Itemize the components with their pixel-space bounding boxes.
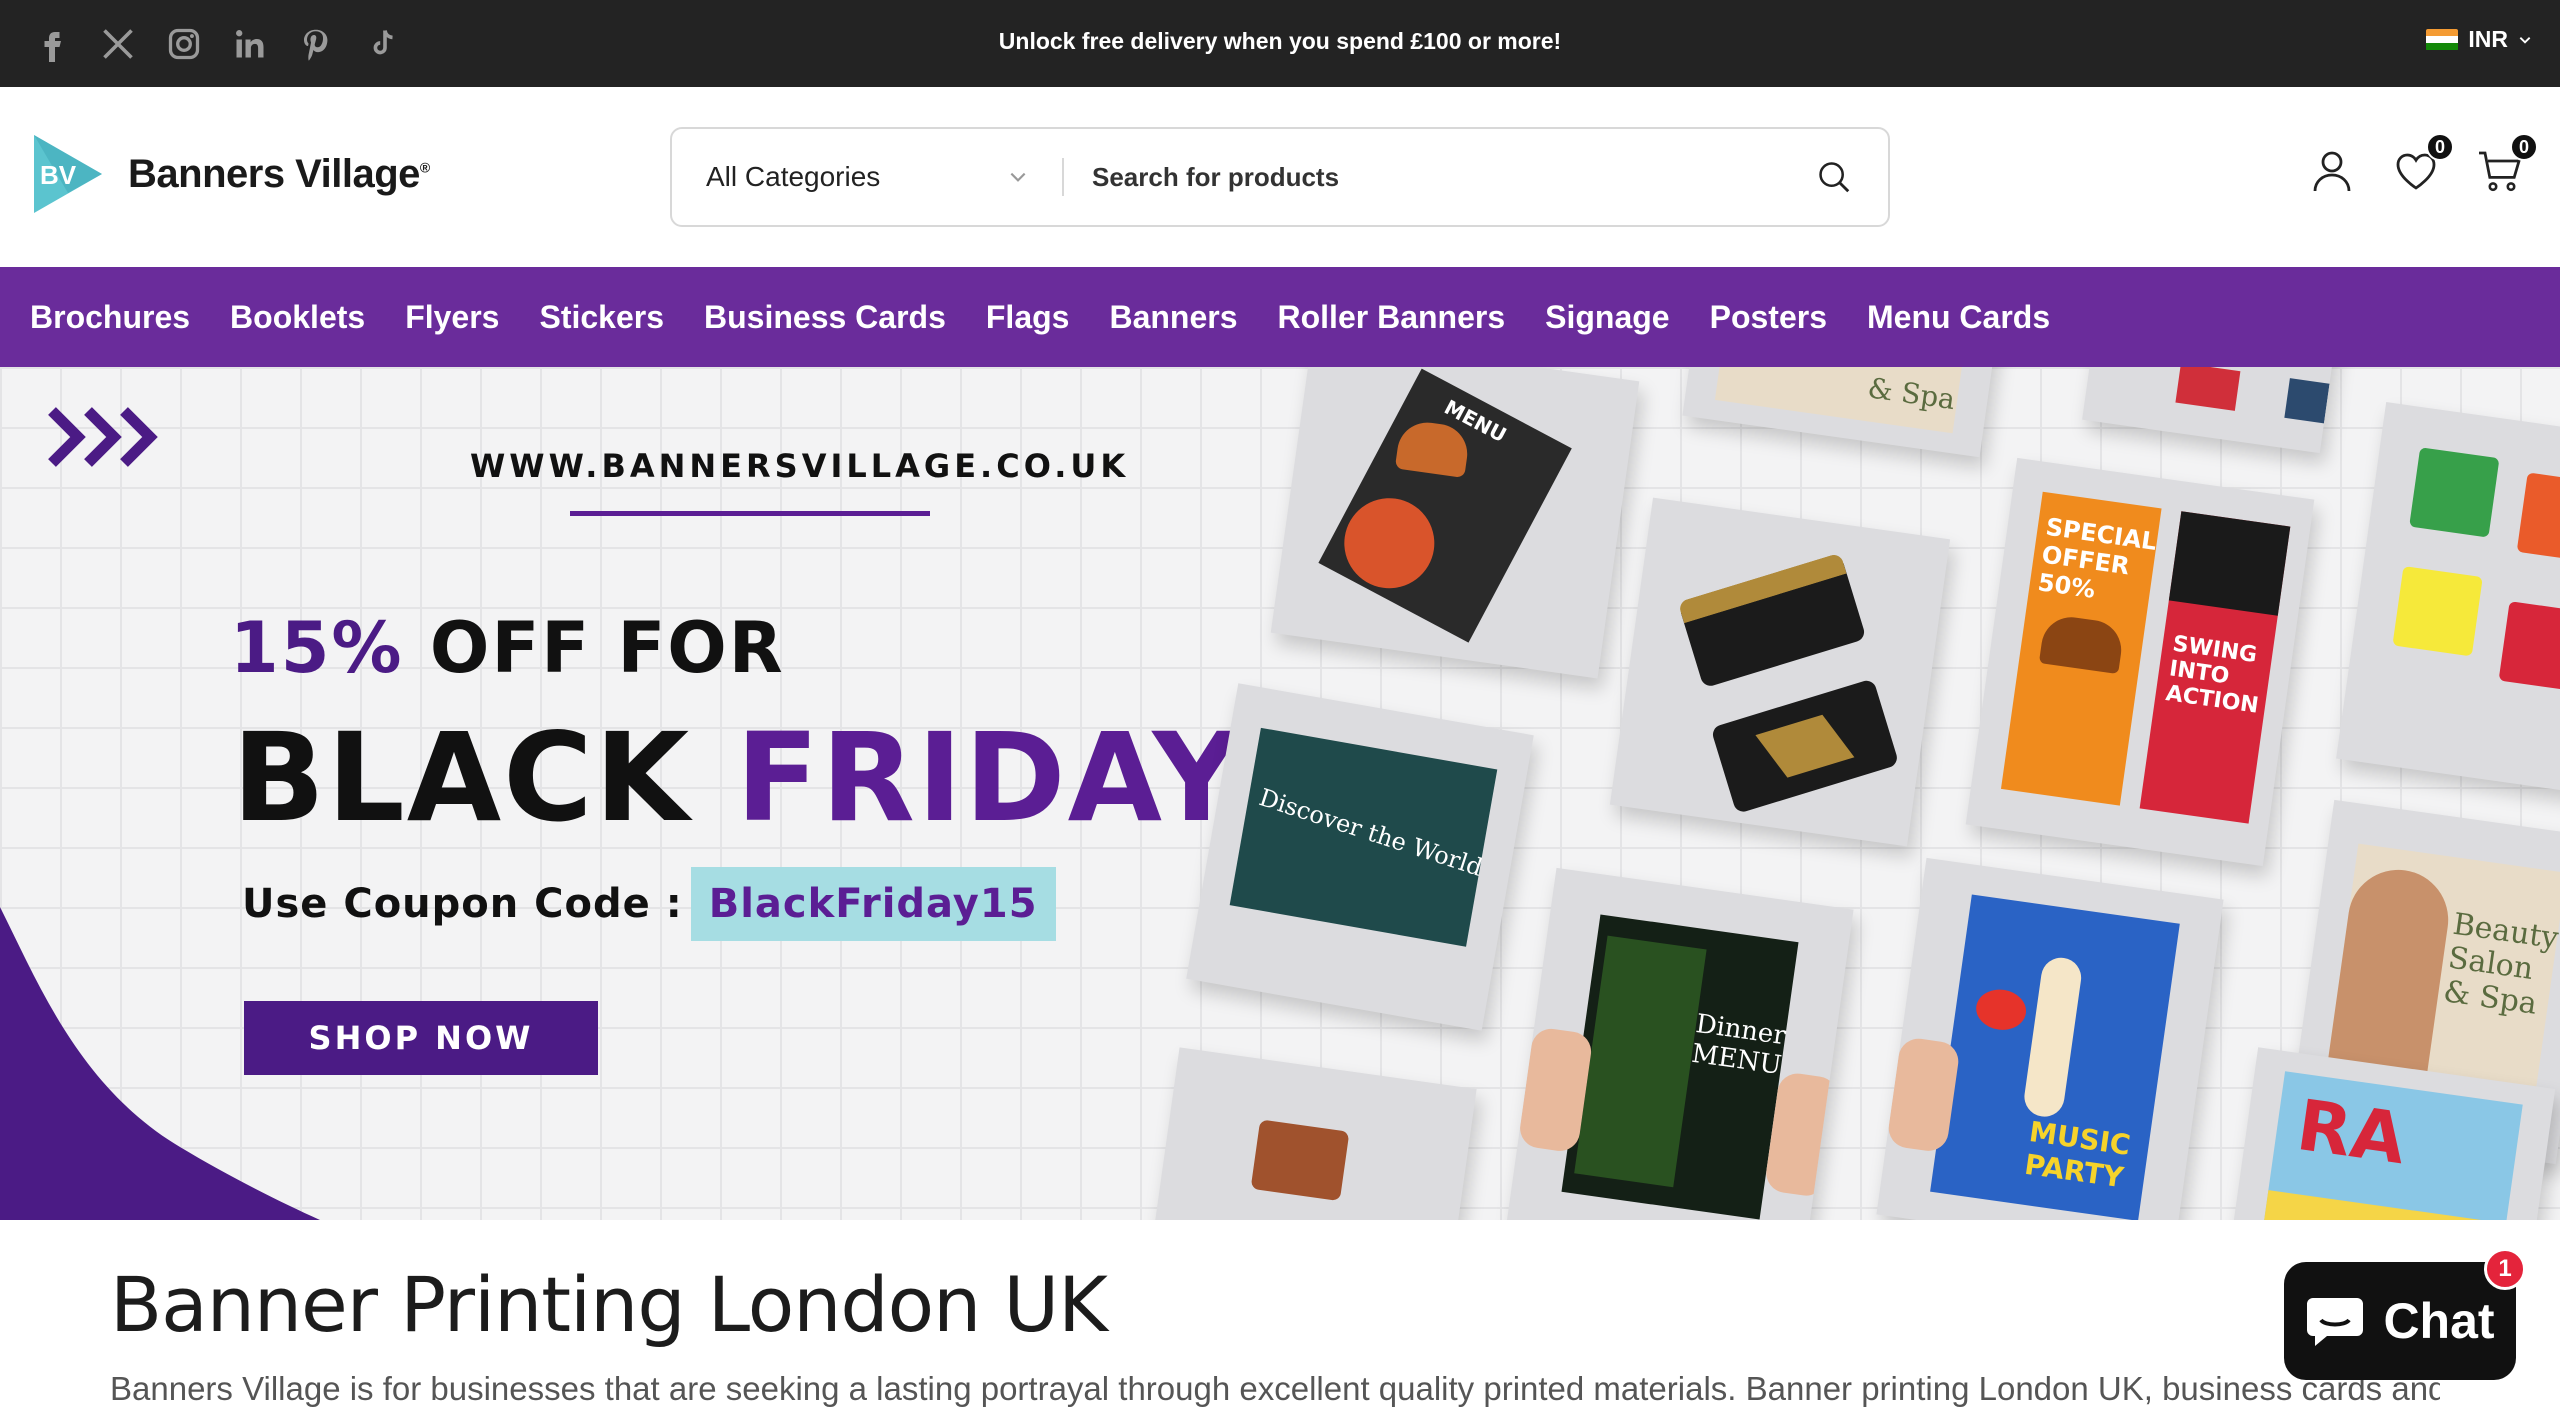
announcement-bar: Unlock free delivery when you spend £100… bbox=[0, 0, 2560, 87]
chevrons-icon bbox=[48, 407, 158, 467]
chat-label: Chat bbox=[2383, 1293, 2495, 1349]
site-header: BV Banners Village® All Categories 0 0 bbox=[0, 87, 2560, 267]
logo-mark: BV bbox=[28, 131, 108, 217]
svg-text:BV: BV bbox=[40, 160, 77, 190]
chat-bubble-icon bbox=[2307, 1298, 2364, 1346]
shop-now-button[interactable]: SHOP NOW bbox=[244, 1001, 598, 1075]
nav-item-banners[interactable]: Banners bbox=[1109, 299, 1237, 336]
product-card-top-small bbox=[2082, 367, 2338, 454]
nav-item-menu-cards[interactable]: Menu Cards bbox=[1867, 299, 2050, 336]
header-actions: 0 0 bbox=[2308, 133, 2538, 195]
site-logo[interactable]: BV Banners Village® bbox=[28, 131, 430, 217]
category-select-label: All Categories bbox=[706, 161, 881, 192]
hero-website-url: WWW.BANNERSVILLAGE.CO.UK bbox=[470, 447, 1130, 485]
product-card-menu: MENU bbox=[1270, 367, 1640, 679]
nav-item-signage[interactable]: Signage bbox=[1545, 299, 1669, 336]
cart-count-badge: 0 bbox=[2510, 133, 2538, 161]
currency-label: INR bbox=[2468, 26, 2508, 52]
product-card-music-poster: MUSIC PARTY bbox=[1876, 857, 2224, 1220]
intro-paragraph: Banners Village is for businesses that a… bbox=[110, 1370, 2440, 1407]
nav-item-stickers[interactable]: Stickers bbox=[539, 299, 664, 336]
search-icon bbox=[1819, 162, 1850, 193]
category-select[interactable]: All Categories bbox=[672, 129, 1062, 225]
nav-item-brochures[interactable]: Brochures bbox=[30, 299, 190, 336]
nav-item-booklets[interactable]: Booklets bbox=[230, 299, 365, 336]
nav-item-flags[interactable]: Flags bbox=[986, 299, 1070, 336]
search-input[interactable] bbox=[1064, 129, 1794, 225]
main-nav: Brochures Booklets Flyers Stickers Busin… bbox=[0, 267, 2560, 367]
product-card-spa-top: & Spa bbox=[1682, 367, 1998, 458]
product-card-roller-banners: SPECIAL OFFER 50% SWING INTO ACTION bbox=[1965, 457, 2315, 867]
account-button[interactable] bbox=[2308, 147, 2356, 195]
chevron-down-icon bbox=[1010, 172, 1026, 182]
currency-selector[interactable]: INR bbox=[2426, 26, 2532, 53]
hero-discount-line: 15% OFF FOR bbox=[230, 607, 785, 689]
hero-headline: BLACK FRIDAY bbox=[232, 707, 1243, 849]
search-button[interactable] bbox=[1794, 137, 1874, 217]
logo-text: Banners Village® bbox=[128, 151, 430, 196]
hero-url-underline bbox=[570, 511, 930, 516]
chevron-down-icon bbox=[2519, 36, 2531, 44]
chat-widget-button[interactable]: Chat bbox=[2284, 1262, 2516, 1380]
search-bar: All Categories bbox=[670, 127, 1890, 227]
product-card-dinner-menu: Dinner MENU bbox=[1506, 867, 1854, 1220]
user-icon bbox=[2313, 151, 2351, 192]
product-card-food-flyer bbox=[1143, 1047, 1477, 1220]
promo-text: Unlock free delivery when you spend £100… bbox=[998, 28, 1562, 54]
nav-item-flyers[interactable]: Flyers bbox=[405, 299, 499, 336]
chat-unread-badge: 1 bbox=[2484, 1248, 2526, 1290]
cart-button[interactable]: 0 bbox=[2476, 133, 2538, 195]
hero-coupon: Use Coupon Code : BlackFriday15 bbox=[242, 867, 1056, 941]
nav-item-roller-banners[interactable]: Roller Banners bbox=[1278, 299, 1506, 336]
product-card-business-cards bbox=[1609, 497, 1951, 847]
coupon-label: Use Coupon Code : bbox=[242, 881, 683, 927]
product-card-travel-flyer: Discover the World bbox=[1186, 683, 1534, 1031]
india-flag-icon bbox=[2426, 28, 2459, 51]
product-card-stickers bbox=[2336, 402, 2560, 792]
wishlist-button[interactable]: 0 bbox=[2392, 133, 2454, 195]
coupon-code: BlackFriday15 bbox=[690, 867, 1056, 941]
wishlist-count-badge: 0 bbox=[2426, 133, 2454, 161]
page-title: Banner Printing London UK bbox=[110, 1260, 1108, 1349]
nav-item-business-cards[interactable]: Business Cards bbox=[704, 299, 946, 336]
nav-item-posters[interactable]: Posters bbox=[1710, 299, 1827, 336]
hero-banner[interactable]: WWW.BANNERSVILLAGE.CO.UK 15% OFF FOR BLA… bbox=[0, 367, 2560, 1220]
